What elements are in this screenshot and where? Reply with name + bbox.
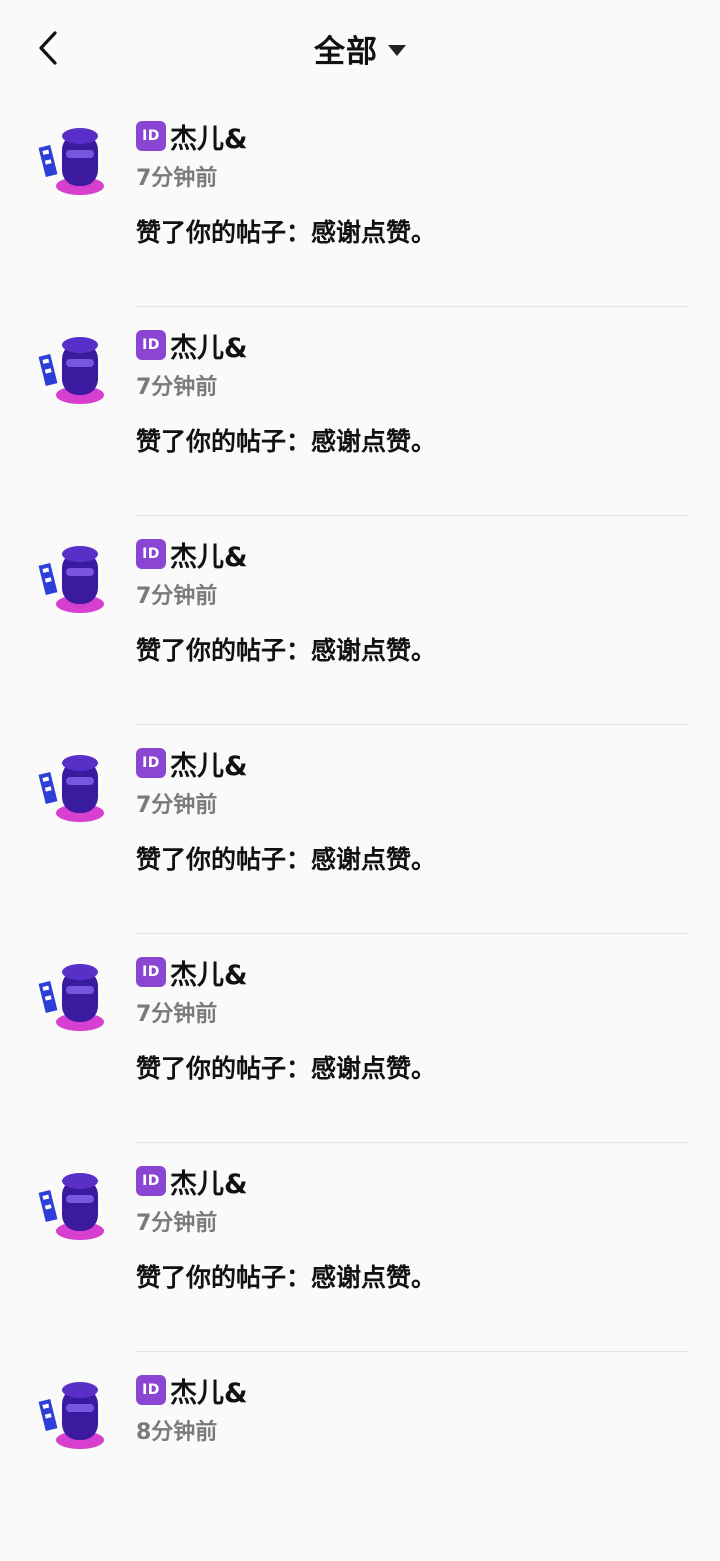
user-name[interactable]: 杰儿& — [170, 535, 248, 574]
id-badge-icon: ID — [136, 1375, 166, 1405]
timestamp: 8分钟前 — [136, 1420, 218, 1445]
notification-item[interactable]: ID 杰儿& 7分钟前 赞了你的帖子：感谢点赞。 — [0, 725, 720, 934]
user-name[interactable]: 杰儿& — [170, 1371, 248, 1410]
notification-item[interactable]: ID 杰儿& 7分钟前 赞了你的帖子：感谢点赞。 — [0, 307, 720, 516]
user-name[interactable]: 杰儿& — [170, 744, 248, 783]
id-badge-icon: ID — [136, 1166, 166, 1196]
avatar[interactable] — [36, 329, 120, 413]
page-title: 全部 — [314, 33, 378, 70]
id-badge-icon: ID — [136, 330, 166, 360]
notification-message: 赞了你的帖子：感谢点赞。 — [136, 1263, 437, 1292]
user-name[interactable]: 杰儿& — [170, 326, 248, 365]
notification-item[interactable]: ID 杰儿& 7分钟前 赞了你的帖子：感谢点赞。 — [0, 516, 720, 725]
timestamp: 7分钟前 — [136, 584, 218, 609]
user-name[interactable]: 杰儿& — [170, 1162, 248, 1201]
user-name[interactable]: 杰儿& — [170, 953, 248, 992]
id-badge-icon: ID — [136, 121, 166, 151]
notification-item[interactable]: ID 杰儿& 7分钟前 赞了你的帖子：感谢点赞。 — [0, 1143, 720, 1352]
notification-item[interactable]: ID 杰儿& 7分钟前 赞了你的帖子：感谢点赞。 — [0, 98, 720, 307]
id-badge-icon: ID — [136, 748, 166, 778]
avatar[interactable] — [36, 747, 120, 831]
notification-item[interactable]: ID 杰儿& 7分钟前 赞了你的帖子：感谢点赞。 — [0, 934, 720, 1143]
caret-down-icon — [388, 44, 406, 56]
notification-message: 赞了你的帖子：感谢点赞。 — [136, 636, 437, 665]
id-badge-icon: ID — [136, 957, 166, 987]
notification-message — [136, 1470, 688, 1504]
user-name[interactable]: 杰儿& — [170, 117, 248, 156]
notification-message: 赞了你的帖子：感谢点赞。 — [136, 427, 437, 456]
avatar[interactable] — [36, 120, 120, 204]
timestamp: 7分钟前 — [136, 1002, 218, 1027]
avatar[interactable] — [36, 538, 120, 622]
avatar[interactable] — [36, 956, 120, 1040]
top-bar: 全部 — [0, 0, 720, 98]
notification-list: ID 杰儿& 7分钟前 赞了你的帖子：感谢点赞。 ID 杰儿& 7分钟前 赞了你… — [0, 98, 720, 1561]
timestamp: 7分钟前 — [136, 793, 218, 818]
id-badge-icon: ID — [136, 539, 166, 569]
filter-dropdown[interactable]: 全部 — [0, 22, 720, 74]
timestamp: 7分钟前 — [136, 1211, 218, 1236]
timestamp: 7分钟前 — [136, 166, 218, 191]
notification-message: 赞了你的帖子：感谢点赞。 — [136, 845, 437, 874]
timestamp: 7分钟前 — [136, 375, 218, 400]
notification-item[interactable]: ID 杰儿& 8分钟前 — [0, 1352, 720, 1561]
avatar[interactable] — [36, 1165, 120, 1249]
notification-message: 赞了你的帖子：感谢点赞。 — [136, 218, 437, 247]
avatar[interactable] — [36, 1374, 120, 1458]
notification-message: 赞了你的帖子：感谢点赞。 — [136, 1054, 437, 1083]
